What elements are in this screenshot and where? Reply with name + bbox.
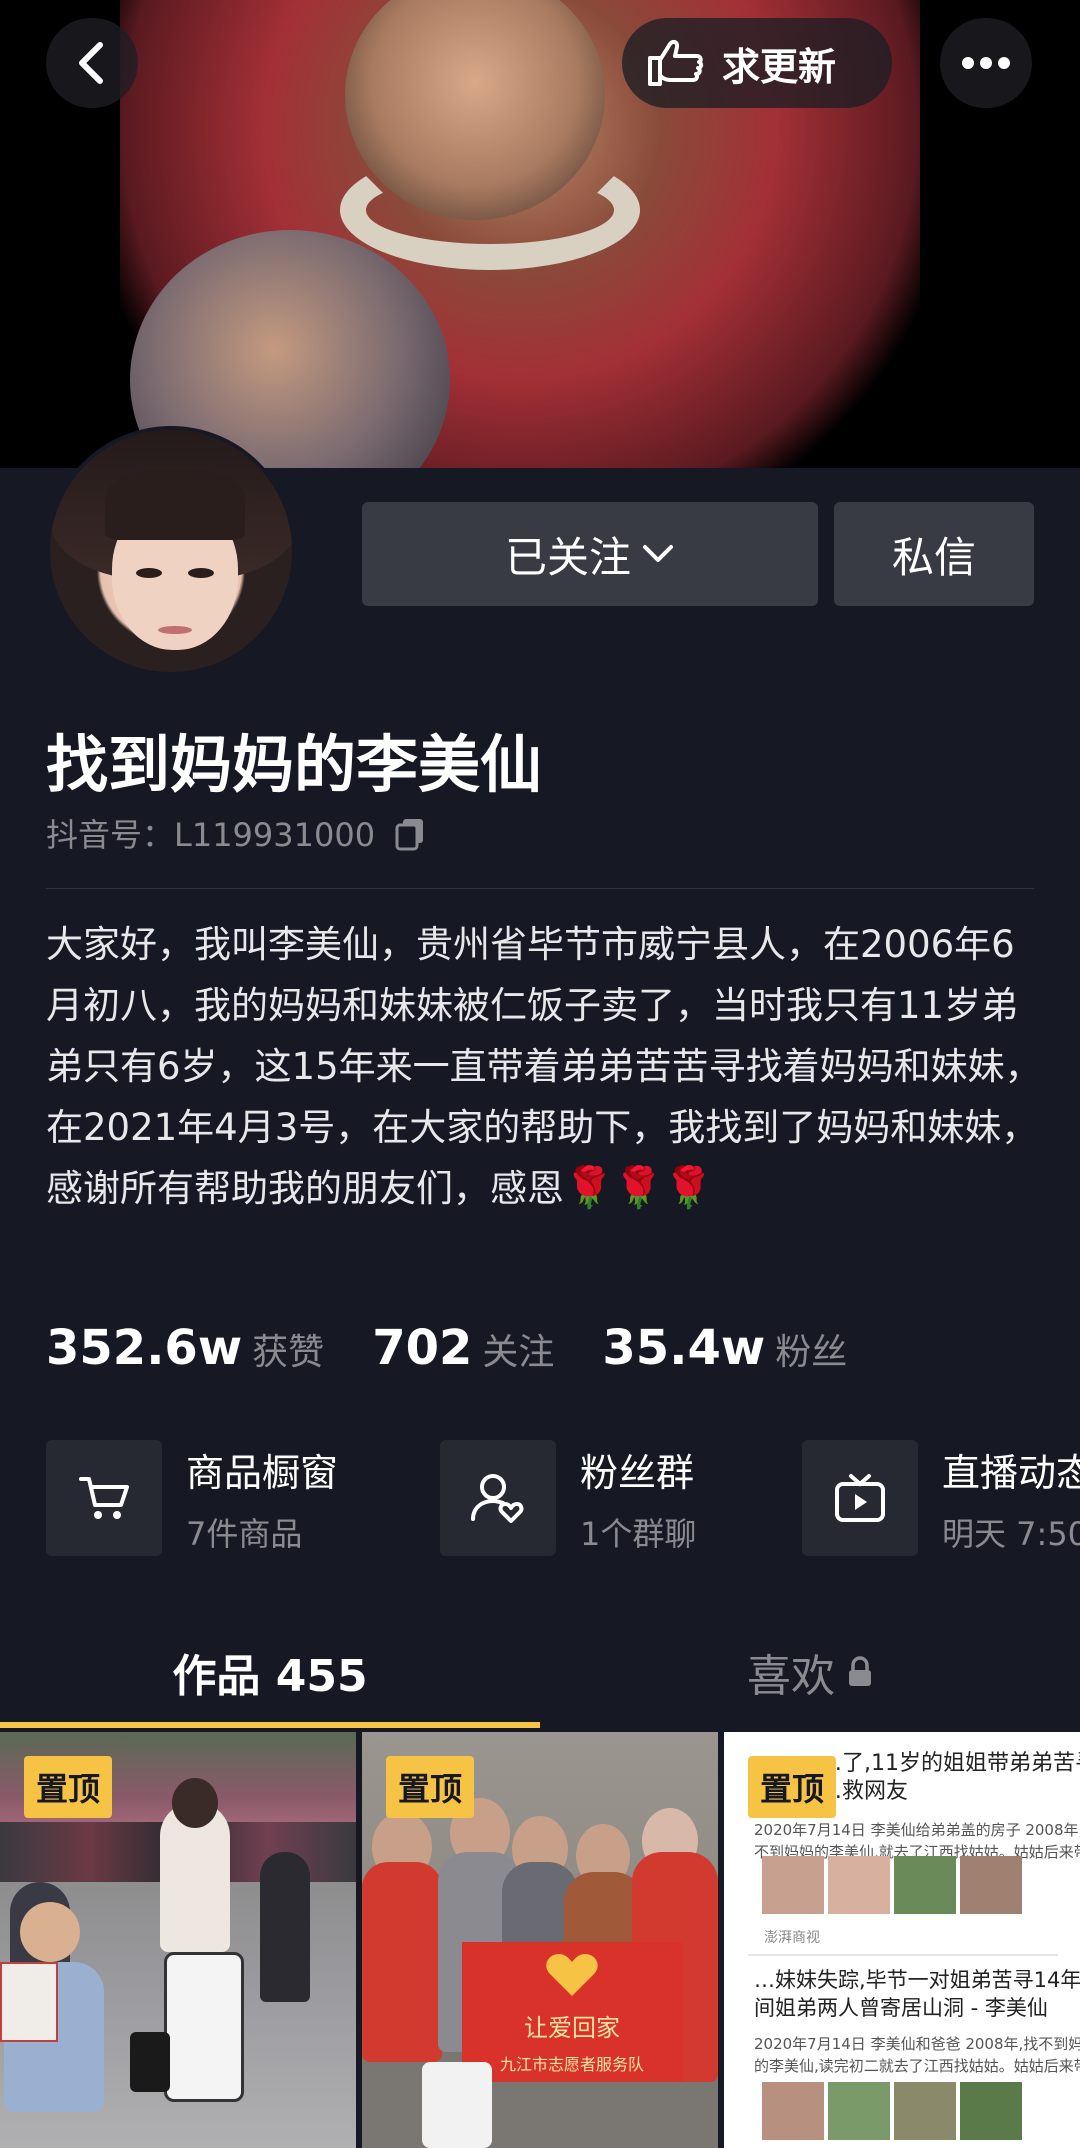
tab-works-label: 作品 455 [172,1651,368,1702]
back-button[interactable] [46,18,138,108]
followers-count[interactable]: 35.4w [602,1320,765,1376]
live-title: 直播动态 [942,1450,1080,1495]
works-grid: 置顶 置顶 让爱回家 九江市志愿者服务队 置顶 …了,11岁的姐姐带弟弟苦 …救… [0,1732,1080,2148]
video-thumbnail-2[interactable]: 置顶 让爱回家 九江市志愿者服务队 [362,1732,718,2148]
video-thumbnail-1[interactable]: 置顶 [0,1732,356,2148]
following-button[interactable]: 已关注 [362,502,818,606]
live-sub: 明天 7:50 [942,1514,1080,1553]
fan-group-title: 粉丝群 [580,1450,695,1495]
profile-name: 找到妈妈的李美仙 [46,728,543,801]
more-button[interactable] [940,18,1032,108]
followers-label[interactable]: 粉丝 [775,1323,847,1375]
douyin-id: 抖音号：L119931000 [46,810,429,856]
live-entry[interactable]: 直播动态 明天 7:50 [802,1440,1080,1556]
douyin-id-text: 抖音号：L119931000 [46,816,376,854]
pinned-badge: 置顶 [748,1756,837,1818]
copy-icon[interactable] [393,815,429,851]
news-snippet-2b: 的李美仙,读完初二就去了江西找姑姑。姑姑后来带… [754,2057,1080,2075]
news-title-1: …了,11岁的姐姐带弟弟苦寻14 [820,1751,1080,1776]
tab-works[interactable]: 作品 455 [0,1622,540,1722]
avatar[interactable] [46,426,296,676]
likes-label: 获赞 [252,1332,325,1373]
heart-hands-icon [546,1953,598,1996]
fan-group-sub: 1个群聊 [580,1514,697,1553]
profile-banner [0,0,1080,468]
shop-window-sub: 7件商品 [186,1514,303,1553]
live-icon [835,1474,885,1522]
flag-subtext: 九江市志愿者服务队 [499,2054,644,2074]
rose-emoji: 🌹🌹🌹 [564,1165,714,1211]
feature-entries: 商品橱窗 7件商品 粉丝群 1个群聊 直播动态 明天 7:50 [46,1440,1080,1556]
tab-likes-label: 喜欢 [747,1651,835,1702]
pinned-badge: 置顶 [386,1756,475,1818]
news-source: 澎湃商视 [764,1930,820,1946]
fan-group-icon [471,1474,524,1523]
content-tabs: 作品 455 喜欢 [0,1622,1080,1732]
profile-stats: 352.6w 获赞 702 关注 35.4w 粉丝 [46,1320,895,1376]
likes-count: 352.6w [46,1320,243,1376]
request-update-button[interactable]: 求更新 [622,18,892,108]
following-label: 已关注 [504,532,631,582]
pinned-badge: 置顶 [24,1756,113,1818]
hand-point-icon [648,39,704,86]
bio-text: 大家好，我叫李美仙，贵州省毕节市威宁县人，在2006年6月初八，我的妈妈和妹妹被… [46,923,1042,1210]
cart-icon [79,1477,129,1519]
chevron-down-icon [643,545,673,562]
tab-active-indicator [0,1722,540,1728]
following-count[interactable]: 702 [372,1320,472,1376]
divider [46,888,1034,889]
following-count-label[interactable]: 关注 [482,1323,554,1375]
news-title-2b: 间姐弟两人曾寄居山洞 - 李美仙 [754,1996,1048,2020]
news-title-2: …妹妹失踪,毕节一对姐弟苦寻14年,期 [754,1968,1080,1992]
profile-bio: 大家好，我叫李美仙，贵州省毕节市威宁县人，在2006年6月初八，我的妈妈和妹妹被… [46,914,1046,1219]
shop-window-entry[interactable]: 商品橱窗 7件商品 [46,1440,338,1556]
flag-text: 让爱回家 [524,2013,620,2042]
banner-flag: 让爱回家 九江市志愿者服务队 [462,1942,682,2082]
lock-icon [849,1656,871,1686]
more-dots-icon [962,57,1010,69]
message-label: 私信 [891,532,976,582]
video-thumbnail-3[interactable]: 置顶 …了,11岁的姐姐带弟弟苦寻14 …救网友 2020年7月14日 李美仙给… [724,1732,1080,2148]
chevron-left-icon [79,42,103,84]
shop-window-title: 商品橱窗 [186,1450,339,1495]
message-button[interactable]: 私信 [834,502,1034,606]
tab-likes[interactable]: 喜欢 [540,1622,1080,1722]
request-update-label: 求更新 [722,44,837,89]
banner-photo-collar [340,150,640,270]
fan-group-entry[interactable]: 粉丝群 1个群聊 [440,1440,696,1556]
